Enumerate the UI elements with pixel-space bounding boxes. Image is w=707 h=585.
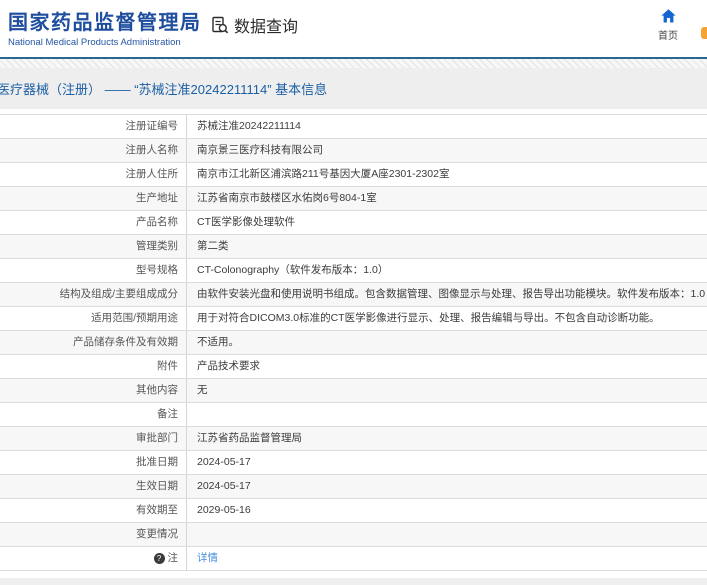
- table-row: 其他内容无: [0, 379, 707, 403]
- table-row: 批准日期 2024-05-17: [0, 451, 707, 475]
- site-header: 国家药品监督管理局 National Medical Products Admi…: [0, 0, 707, 57]
- table-row: 生产地址 江苏省南京市鼓楼区水佑岗6号804-1室: [0, 187, 707, 211]
- table-row: 管理类别 第二类: [0, 235, 707, 259]
- footer-band: [0, 578, 707, 585]
- row-value: 详情: [187, 547, 707, 570]
- row-label: 审批部门: [0, 427, 187, 450]
- row-label: 有效期至: [0, 499, 187, 522]
- row-label: 型号规格: [0, 259, 187, 282]
- row-value: 2024-05-17: [197, 480, 251, 492]
- table-row: 注册证编号 苏械注准20242211114: [0, 115, 707, 139]
- row-label: 适用范围/预期用途: [0, 307, 187, 330]
- row-label: 注册证编号: [0, 115, 187, 138]
- row-value: 第二类: [197, 240, 229, 252]
- table-row: 变更情况: [0, 523, 707, 547]
- row-value: 不适用。: [197, 336, 239, 348]
- row-value: 由软件安装光盘和使用说明书组成。包含数据管理、图像显示与处理、报告导出功能模块。…: [197, 288, 706, 300]
- logo-title: 国家药品监督管理局: [8, 12, 202, 34]
- table-row: 备注: [0, 403, 707, 427]
- table-row: 有效期至 2029-05-16: [0, 499, 707, 523]
- partial-nav-icon: [701, 27, 707, 39]
- table-row: 适用范围/预期用途 用于对符合DICOM3.0标准的CT医学影像进行显示、处理、报…: [0, 307, 707, 331]
- row-label: 生产地址: [0, 187, 187, 210]
- table-row: ? 注详情: [0, 547, 707, 571]
- row-value: [187, 523, 707, 546]
- row-value: 用于对符合DICOM3.0标准的CT医学影像进行显示、处理、报告编辑与导出。不包…: [197, 312, 660, 324]
- row-value: 苏械注准20242211114: [197, 120, 301, 132]
- row-value: 江苏省药品监督管理局: [197, 432, 302, 444]
- row-value: [187, 403, 707, 426]
- table-row: 结构及组成/主要组成成分 由软件安装光盘和使用说明书组成。包含数据管理、图像显示与…: [0, 283, 707, 307]
- row-label: 变更情况: [0, 523, 187, 546]
- data-query-icon: [210, 15, 230, 35]
- hatch-band: [0, 59, 707, 68]
- row-value: 南京景三医疗科技有限公司: [197, 144, 323, 156]
- table-row: 注册人名称 南京景三医疗科技有限公司: [0, 139, 707, 163]
- table-row: 产品名称 CT医学影像处理软件: [0, 211, 707, 235]
- row-label: 注册人名称: [0, 139, 187, 162]
- row-label: 结构及组成/主要组成成分: [0, 283, 187, 306]
- table-row: 附件 产品技术要求: [0, 355, 707, 379]
- row-value: 产品技术要求: [197, 360, 260, 372]
- nav-home[interactable]: 首页: [651, 8, 685, 42]
- detail-link[interactable]: 详情: [197, 552, 218, 564]
- table-row: 生效日期 2024-05-17: [0, 475, 707, 499]
- nav-data-query[interactable]: 数据查询: [210, 13, 298, 37]
- table-row: 产品储存条件及有效期 不适用。: [0, 331, 707, 355]
- info-table: 注册证编号 苏械注准20242211114 注册人名称 南京景三医疗科技有限公司 注册人…: [0, 114, 707, 571]
- table-row: 型号规格 CT-Colonography（软件发布版本：1.0）: [0, 259, 707, 283]
- row-label: 产品储存条件及有效期: [0, 331, 187, 354]
- logo[interactable]: 国家药品监督管理局 National Medical Products Admi…: [8, 6, 202, 48]
- row-label: ? 注: [0, 547, 187, 570]
- row-value: 南京市江北新区浦滨路211号基因大厦A座2301-2302室: [197, 168, 450, 180]
- row-value: 无: [197, 384, 208, 396]
- row-label-text: 注: [167, 552, 179, 564]
- row-value: CT-Colonography（软件发布版本：1.0）: [197, 264, 389, 276]
- table-row: 审批部门 江苏省药品监督管理局: [0, 427, 707, 451]
- row-label: 附件: [0, 355, 187, 378]
- row-label: 其他内容: [0, 379, 187, 402]
- row-label: 生效日期: [0, 475, 187, 498]
- home-icon: [651, 8, 685, 24]
- title-bar: 医疗器械（注册） —— “苏械注准20242211114” 基本信息: [0, 68, 707, 109]
- row-label: 产品名称: [0, 211, 187, 234]
- nav-data-query-label: 数据查询: [234, 19, 299, 36]
- row-label: 注册人住所: [0, 163, 187, 186]
- table-row: 注册人住所 南京市江北新区浦滨路211号基因大厦A座2301-2302室: [0, 163, 707, 187]
- row-value: 2024-05-17: [197, 456, 251, 468]
- row-value: 2029-05-16: [197, 504, 251, 516]
- row-label: 批准日期: [0, 451, 187, 474]
- row-label: 备注: [0, 403, 187, 426]
- logo-subtitle: National Medical Products Administration: [8, 37, 181, 48]
- note-icon: ?: [153, 553, 165, 564]
- row-label: 管理类别: [0, 235, 187, 258]
- nav-home-label: 首页: [658, 31, 678, 42]
- row-value: 江苏省南京市鼓楼区水佑岗6号804-1室: [197, 192, 377, 204]
- page-title: 医疗器械（注册） —— “苏械注准20242211114” 基本信息: [0, 82, 328, 97]
- row-value: CT医学影像处理软件: [197, 216, 295, 228]
